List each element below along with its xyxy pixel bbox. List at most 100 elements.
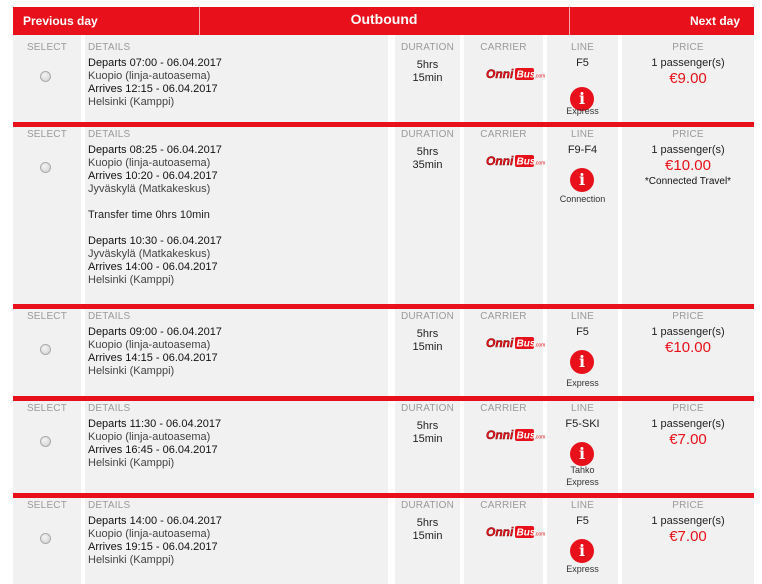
svg-text:Bus: Bus [517, 339, 536, 350]
line-type-label: Express [566, 106, 599, 116]
destination-stop: Helsinki (Kamppi) [88, 457, 175, 469]
duration-cell: DURATION 5hrs 15min [395, 396, 460, 493]
line-type-label: Express [566, 564, 599, 574]
info-icon[interactable]: i [570, 168, 594, 192]
column-header-price: PRICE [672, 403, 704, 414]
line-type: Express [547, 563, 618, 575]
destination-stop: Jyväskylä (Matkakeskus) [88, 183, 211, 195]
page-title: Outbound [350, 11, 418, 27]
destination-stop: Helsinki (Kamppi) [88, 274, 175, 286]
price-amount: €7.00 [669, 528, 707, 545]
details-cell: DETAILS Departs 11:30 - 06.04.2017 Kuopio … [85, 396, 388, 493]
column-header-select: SELECT [26, 311, 68, 322]
duration-cell: DURATION 5hrs 15min [395, 304, 460, 396]
column-header-select: SELECT [26, 403, 68, 414]
svg-text:Bus: Bus [517, 431, 536, 442]
price-cell: PRICE 1 passenger(s) €10.00 [622, 304, 754, 396]
origin-stop: Kuopio (linja-autoasema) [88, 339, 211, 351]
duration-hours: 5hrs [416, 146, 439, 158]
info-icon[interactable]: i [570, 442, 594, 466]
departure-time: Departs 07:00 - 06.04.2017 [88, 57, 222, 69]
svg-text:Onni: Onni [486, 525, 514, 539]
price-amount: €10.00 [665, 157, 711, 174]
column-header-price: PRICE [672, 129, 704, 140]
svg-text:.com: .com [535, 532, 546, 538]
column-header-price: PRICE [672, 42, 704, 53]
price-cell: PRICE 1 passenger(s) €7.00 [622, 396, 754, 493]
carrier-cell: CARRIER Onni Bus .com [464, 304, 546, 396]
price-amount: €7.00 [669, 431, 707, 448]
column-header-carrier: CARRIER [480, 129, 527, 140]
header-divider [569, 7, 570, 35]
svg-text:.com: .com [535, 161, 546, 167]
column-header-select: SELECT [26, 500, 68, 511]
duration-minutes: 15min [412, 341, 443, 353]
column-header-duration: DURATION [400, 129, 455, 140]
select-cell: SELECT [13, 396, 81, 493]
previous-day-link[interactable]: Previous day [23, 7, 98, 35]
duration-cell: DURATION 5hrs 15min [395, 493, 460, 584]
info-icon[interactable]: i [570, 539, 594, 563]
onnibus-logo-icon: Onni Bus .com [486, 67, 546, 81]
column-header-line: LINE [570, 129, 595, 140]
passenger-count: 1 passenger(s) [651, 57, 725, 69]
origin-stop: Kuopio (linja-autoasema) [88, 528, 211, 540]
line-type-label: Tahko [570, 465, 595, 475]
carrier-cell: CARRIER Onni Bus .com [464, 122, 546, 304]
price-note: *Connected Travel* [644, 176, 732, 187]
departure-time: Departs 09:00 - 06.04.2017 [88, 326, 222, 338]
trip-select-radio[interactable] [40, 533, 51, 544]
onnibus-logo-icon: Onni Bus .com [486, 525, 546, 539]
destination-stop: Helsinki (Kamppi) [88, 554, 175, 566]
select-cell: SELECT [13, 122, 81, 304]
trip-details: Departs 11:30 - 06.04.2017 Kuopio (linja-… [88, 418, 221, 470]
origin-stop: Kuopio (linja-autoasema) [88, 431, 211, 443]
passenger-count: 1 passenger(s) [651, 326, 725, 338]
trip-select-radio[interactable] [40, 344, 51, 355]
trip-select-radio[interactable] [40, 436, 51, 447]
next-day-link[interactable]: Next day [690, 7, 740, 35]
trip-row: SELECT DETAILS Departs 08:25 - 06.04.2017 K… [13, 122, 754, 304]
column-header-carrier: CARRIER [480, 403, 527, 414]
column-header-details: DETAILS [88, 500, 131, 511]
svg-text:Onni: Onni [486, 336, 514, 350]
duration-hours: 5hrs [416, 517, 439, 529]
arrival-time: Arrives 14:15 - 06.04.2017 [88, 352, 218, 364]
trip-select-radio[interactable] [40, 162, 51, 173]
origin-stop: Kuopio (linja-autoasema) [88, 157, 211, 169]
row-divider [13, 304, 754, 309]
details-cell: DETAILS Departs 14:00 - 06.04.2017 Kuopio … [85, 493, 388, 584]
passenger-count: 1 passenger(s) [651, 515, 725, 527]
carrier-cell: CARRIER Onni Bus .com [464, 35, 546, 123]
duration-hours: 5hrs [416, 59, 439, 71]
line-type-label: Express [566, 378, 599, 388]
trip-duration: 5hrs 15min [395, 517, 460, 543]
day-navigation-bar: Previous day Outbound Next day [13, 7, 754, 35]
select-cell: SELECT [13, 35, 81, 123]
svg-text:Onni: Onni [486, 154, 514, 168]
duration-minutes: 15min [412, 433, 443, 445]
duration-cell: DURATION 5hrs 15min [395, 35, 460, 123]
arrival-time: Arrives 19:15 - 06.04.2017 [88, 541, 218, 553]
row-divider [13, 493, 754, 498]
line-cell: LINE F9-F4 i Connection [547, 122, 618, 304]
destination-stop: Helsinki (Kamppi) [88, 96, 175, 108]
duration-minutes: 15min [412, 530, 443, 542]
trip-details: Departs 09:00 - 06.04.2017 Kuopio (linja-… [88, 326, 222, 378]
info-icon[interactable]: i [570, 350, 594, 374]
trip-details: Departs 14:00 - 06.04.2017 Kuopio (linja-… [88, 515, 222, 567]
row-divider [13, 122, 754, 127]
passenger-count: 1 passenger(s) [651, 144, 725, 156]
svg-text:Bus: Bus [517, 157, 536, 168]
duration-hours: 5hrs [416, 328, 439, 340]
svg-text:.com: .com [535, 343, 546, 349]
onnibus-logo-icon: Onni Bus .com [486, 428, 546, 442]
svg-text:Bus: Bus [517, 528, 536, 539]
trip-row: SELECT DETAILS Departs 14:00 - 06.04.2017 K… [13, 493, 754, 584]
onnibus-logo-icon: Onni Bus .com [486, 336, 546, 350]
column-header-duration: DURATION [400, 403, 455, 414]
line-type: Express [547, 105, 618, 117]
trip-select-radio[interactable] [40, 71, 51, 82]
line-code: F5-SKI [565, 418, 600, 430]
